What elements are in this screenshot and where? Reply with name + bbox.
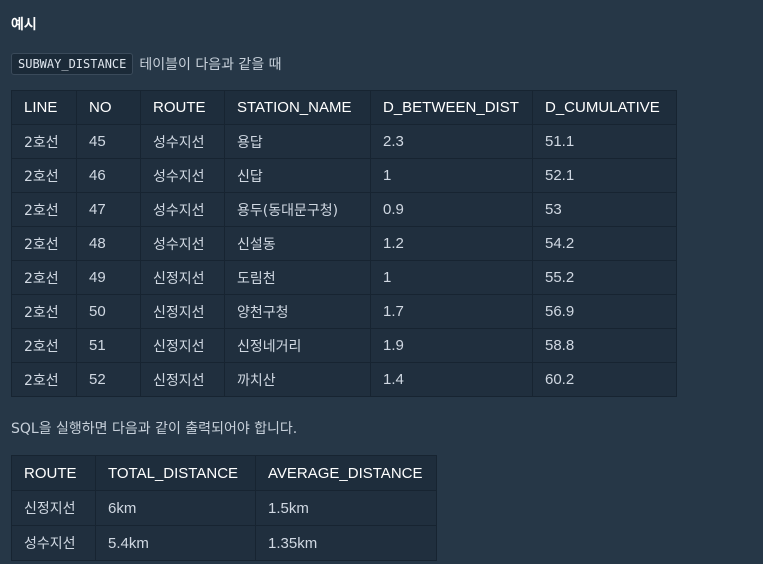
cell-d-cumulative: 51.1 — [532, 124, 677, 159]
column-header-route: ROUTE — [11, 455, 96, 491]
cell-no: 50 — [76, 294, 141, 329]
intro-text: 테이블이 다음과 같을 때 — [139, 57, 282, 73]
cell-line: 2호선 — [11, 328, 77, 363]
table-row: 2호선 45 성수지선 용답 2.3 51.1 — [11, 124, 677, 159]
cell-route: 성수지선 — [140, 192, 225, 227]
cell-station-name: 용두(동대문구청) — [224, 192, 371, 227]
table-row: 신정지선 6km 1.5km — [11, 490, 437, 526]
cell-route: 신정지선 — [140, 260, 225, 295]
table-row: 성수지선 5.4km 1.35km — [11, 525, 437, 561]
cell-d-between-dist: 0.9 — [370, 192, 533, 227]
column-header-no: NO — [76, 90, 141, 125]
cell-station-name: 양천구청 — [224, 294, 371, 329]
cell-no: 47 — [76, 192, 141, 227]
cell-d-between-dist: 1 — [370, 260, 533, 295]
column-header-average-distance: AVERAGE_DISTANCE — [255, 455, 437, 491]
column-header-line: LINE — [11, 90, 77, 125]
intro-line: SUBWAY_DISTANCE 테이블이 다음과 같을 때 — [11, 52, 282, 76]
cell-route: 성수지선 — [140, 124, 225, 159]
section-heading: 예시 — [11, 17, 37, 33]
cell-d-between-dist: 1.4 — [370, 362, 533, 397]
cell-no: 48 — [76, 226, 141, 261]
cell-d-cumulative: 58.8 — [532, 328, 677, 363]
table-row: 2호선 46 성수지선 신답 1 52.1 — [11, 158, 677, 193]
cell-no: 49 — [76, 260, 141, 295]
cell-d-between-dist: 1.7 — [370, 294, 533, 329]
column-header-d-cumulative: D_CUMULATIVE — [532, 90, 677, 125]
column-header-total-distance: TOTAL_DISTANCE — [95, 455, 256, 491]
table-row: 2호선 48 성수지선 신설동 1.2 54.2 — [11, 226, 677, 261]
cell-d-cumulative: 56.9 — [532, 294, 677, 329]
cell-line: 2호선 — [11, 362, 77, 397]
cell-route: 신정지선 — [140, 362, 225, 397]
cell-average-distance: 1.35km — [255, 525, 437, 561]
cell-route: 성수지선 — [140, 226, 225, 261]
cell-no: 51 — [76, 328, 141, 363]
cell-d-cumulative: 53 — [532, 192, 677, 227]
cell-route: 성수지선 — [140, 158, 225, 193]
result-table-header-row: ROUTE TOTAL_DISTANCE AVERAGE_DISTANCE — [11, 455, 437, 491]
cell-station-name: 신설동 — [224, 226, 371, 261]
cell-d-cumulative: 60.2 — [532, 362, 677, 397]
table-row: 2호선 51 신정지선 신정네거리 1.9 58.8 — [11, 328, 677, 363]
cell-d-cumulative: 54.2 — [532, 226, 677, 261]
cell-no: 52 — [76, 362, 141, 397]
table-row: 2호선 52 신정지선 까치산 1.4 60.2 — [11, 362, 677, 397]
cell-line: 2호선 — [11, 294, 77, 329]
cell-line: 2호선 — [11, 260, 77, 295]
cell-station-name: 도림천 — [224, 260, 371, 295]
cell-station-name: 신정네거리 — [224, 328, 371, 363]
cell-average-distance: 1.5km — [255, 490, 437, 526]
cell-route: 신정지선 — [140, 328, 225, 363]
cell-station-name: 신답 — [224, 158, 371, 193]
cell-route: 성수지선 — [11, 525, 96, 561]
cell-total-distance: 5.4km — [95, 525, 256, 561]
cell-no: 45 — [76, 124, 141, 159]
cell-total-distance: 6km — [95, 490, 256, 526]
table-row: 2호선 47 성수지선 용두(동대문구청) 0.9 53 — [11, 192, 677, 227]
cell-station-name: 용답 — [224, 124, 371, 159]
cell-line: 2호선 — [11, 226, 77, 261]
cell-d-between-dist: 1.9 — [370, 328, 533, 363]
column-header-route: ROUTE — [140, 90, 225, 125]
input-table: LINE NO ROUTE STATION_NAME D_BETWEEN_DIS… — [11, 90, 677, 397]
table-row: 2호선 50 신정지선 양천구청 1.7 56.9 — [11, 294, 677, 329]
cell-d-between-dist: 2.3 — [370, 124, 533, 159]
column-header-d-between-dist: D_BETWEEN_DIST — [370, 90, 533, 125]
cell-d-cumulative: 52.1 — [532, 158, 677, 193]
cell-no: 46 — [76, 158, 141, 193]
cell-route: 신정지선 — [11, 490, 96, 526]
result-note: SQL을 실행하면 다음과 같이 출력되어야 합니다. — [11, 421, 298, 437]
column-header-station-name: STATION_NAME — [224, 90, 371, 125]
cell-route: 신정지선 — [140, 294, 225, 329]
cell-line: 2호선 — [11, 124, 77, 159]
result-table: ROUTE TOTAL_DISTANCE AVERAGE_DISTANCE 신정… — [11, 455, 437, 561]
cell-line: 2호선 — [11, 192, 77, 227]
cell-d-between-dist: 1 — [370, 158, 533, 193]
cell-station-name: 까치산 — [224, 362, 371, 397]
table-name-code: SUBWAY_DISTANCE — [11, 53, 134, 75]
input-table-header-row: LINE NO ROUTE STATION_NAME D_BETWEEN_DIS… — [11, 90, 677, 125]
table-row: 2호선 49 신정지선 도림천 1 55.2 — [11, 260, 677, 295]
cell-d-cumulative: 55.2 — [532, 260, 677, 295]
cell-d-between-dist: 1.2 — [370, 226, 533, 261]
cell-line: 2호선 — [11, 158, 77, 193]
